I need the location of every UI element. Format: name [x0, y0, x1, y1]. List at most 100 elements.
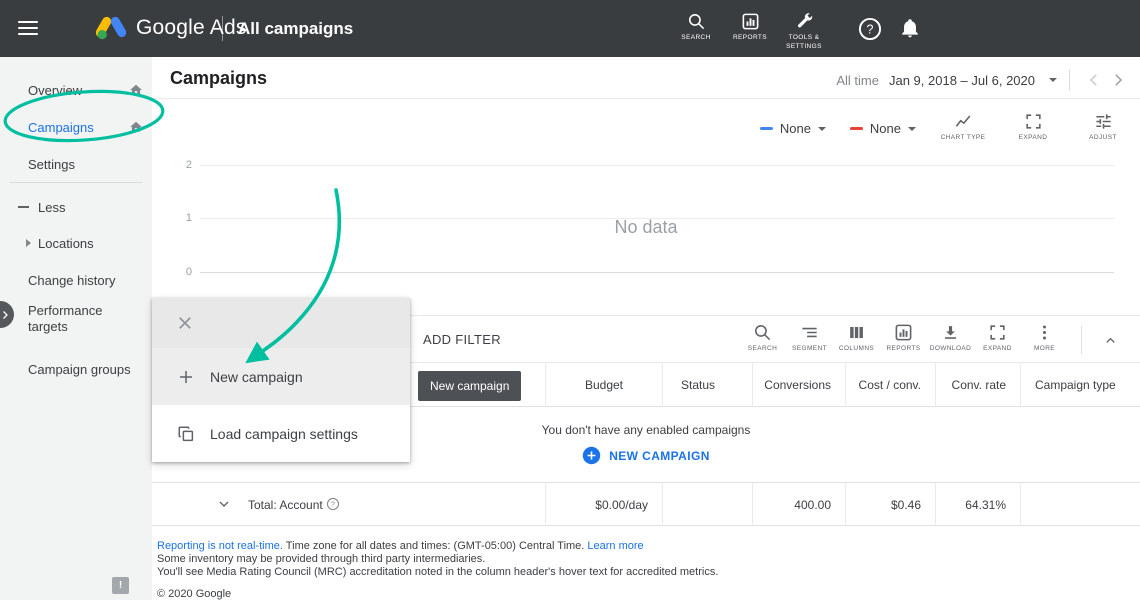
column-header-status[interactable]: Status — [662, 363, 752, 407]
table-reports-button[interactable]: REPORTS — [880, 323, 927, 353]
column-header-cost-per-conv[interactable]: Cost / conv. — [845, 363, 935, 407]
search-nav-button[interactable]: SEARCH — [669, 12, 723, 52]
chart-expand-button[interactable]: EXPAND — [1010, 112, 1056, 142]
reports-nav-button[interactable]: REPORTS — [723, 12, 777, 52]
notifications-bell-button[interactable] — [899, 17, 921, 41]
feedback-button[interactable]: ! — [112, 577, 129, 594]
columns-label: COLUMNS — [839, 345, 874, 353]
chart-expand-label: EXPAND — [1019, 134, 1048, 142]
menu-item-load-campaign-settings[interactable]: Load campaign settings — [152, 405, 410, 462]
gridline — [200, 165, 1114, 166]
timezone-text: Time zone for all dates and times: (GMT-… — [283, 540, 587, 552]
sidebar-item-less[interactable]: Less — [0, 192, 152, 222]
series1-dash-icon — [760, 127, 773, 130]
copy-icon — [177, 425, 195, 443]
date-range-picker[interactable]: All time Jan 9, 2018 – Jul 6, 2020 — [836, 69, 1130, 91]
expand-icon — [988, 323, 1007, 342]
search-nav-label: SEARCH — [681, 34, 711, 43]
menu-item-new-campaign-label: New campaign — [210, 369, 303, 385]
new-campaign-button[interactable]: NEW CAMPAIGN — [582, 446, 710, 465]
help-button[interactable]: ? — [857, 16, 883, 42]
menu-header — [152, 298, 410, 348]
table-expand-label: EXPAND — [983, 345, 1012, 353]
total-cost-per-conv-value: $0.46 — [845, 483, 935, 526]
expand-icon — [1024, 112, 1043, 131]
search-icon — [687, 12, 706, 31]
next-period-button[interactable] — [1109, 71, 1127, 89]
total-row: Total: Account ? $0.00/day 400.00 $0.46 … — [152, 483, 1140, 526]
topbar-title: All campaigns — [238, 19, 353, 39]
total-campaign-type-value — [1020, 483, 1140, 526]
brand-name: Google Ads — [136, 16, 247, 40]
series2-dash-icon — [850, 127, 863, 130]
plus-icon — [177, 368, 195, 386]
footnote-line-1: Reporting is not real-time. Time zone fo… — [157, 540, 718, 553]
realtime-link[interactable]: Reporting is not real-time. — [157, 540, 283, 552]
no-data-message: No data — [152, 217, 1140, 238]
column-header-budget[interactable]: Budget — [545, 363, 662, 407]
sidebar-item-performance-targets[interactable]: Performance targets — [0, 297, 152, 341]
new-campaign-tooltip: New campaign — [418, 371, 521, 401]
sidebar-change-history-label: Change history — [28, 273, 115, 288]
chart-adjust-button[interactable]: ADJUST — [1080, 112, 1126, 142]
segment-button[interactable]: SEGMENT — [786, 323, 833, 353]
sidebar-locations-label: Locations — [38, 236, 94, 251]
x-axis-line — [200, 272, 1114, 273]
date-preset-label: All time — [836, 73, 879, 88]
add-filter-button[interactable]: ADD FILTER — [423, 332, 501, 347]
tune-icon — [1094, 112, 1113, 131]
sidebar-less-label: Less — [38, 200, 65, 215]
table-search-button[interactable]: SEARCH — [739, 323, 786, 353]
google-ads-logo[interactable]: Google Ads — [96, 14, 247, 41]
page-title: Campaigns — [170, 68, 267, 89]
more-label: MORE — [1034, 345, 1055, 353]
question-mark-glyph: ? — [331, 502, 335, 509]
tools-settings-nav-button[interactable]: TOOLS & SETTINGS — [777, 12, 831, 52]
collapse-table-button[interactable] — [1103, 333, 1118, 348]
sidebar-item-campaign-groups[interactable]: Campaign groups — [0, 354, 152, 384]
left-nav-sidebar: Overview Campaigns Settings Less Locatio… — [0, 57, 152, 600]
date-range-divider — [1069, 69, 1070, 91]
sidebar-item-campaigns[interactable]: Campaigns — [0, 112, 152, 142]
total-row-chevron-button[interactable] — [216, 496, 232, 512]
sidebar-item-settings[interactable]: Settings — [0, 149, 152, 179]
top-app-bar: Google Ads All campaigns SEARCH REPORTS … — [0, 0, 1140, 57]
close-button[interactable] — [176, 314, 194, 332]
previous-period-button[interactable] — [1085, 71, 1103, 89]
column-header-conv-rate[interactable]: Conv. rate — [935, 363, 1020, 407]
minus-icon — [18, 206, 29, 208]
chart-controls: None None CHART TYPE EXPAND ADJUST — [760, 112, 1126, 142]
sidebar-item-locations[interactable]: Locations — [0, 228, 152, 258]
columns-icon — [847, 323, 866, 342]
more-button[interactable]: MORE — [1021, 323, 1068, 353]
page-header: Campaigns All time Jan 9, 2018 – Jul 6, … — [152, 57, 1140, 99]
segment-icon — [800, 323, 819, 342]
chart-adjust-label: ADJUST — [1089, 134, 1117, 142]
chart-type-button[interactable]: CHART TYPE — [940, 112, 986, 142]
sidebar-item-overview[interactable]: Overview — [0, 75, 152, 105]
new-campaign-dropdown-menu: New campaign Load campaign settings — [152, 298, 410, 462]
sidebar-item-change-history[interactable]: Change history — [0, 265, 152, 295]
columns-button[interactable]: COLUMNS — [833, 323, 880, 353]
hamburger-menu-icon[interactable] — [18, 21, 38, 39]
sidebar-overview-label: Overview — [28, 83, 82, 98]
report-footnotes: Reporting is not real-time. Time zone fo… — [157, 540, 718, 579]
table-reports-label: REPORTS — [886, 345, 920, 353]
toolbar-icon-group: SEARCH SEGMENT COLUMNS REPORTS DOWNLOAD … — [739, 323, 1068, 353]
info-help-icon[interactable]: ? — [326, 497, 340, 511]
search-icon — [753, 323, 772, 342]
metric-select-1[interactable]: None — [760, 121, 826, 136]
sidebar-performance-targets-label: Performance targets — [28, 303, 132, 335]
column-header-campaign-type[interactable]: Campaign type — [1020, 363, 1140, 407]
toolbar-divider — [1081, 326, 1082, 354]
total-status-value — [662, 483, 752, 526]
metric-select-2[interactable]: None — [850, 121, 916, 136]
menu-item-new-campaign[interactable]: New campaign — [152, 348, 410, 405]
table-expand-button[interactable]: EXPAND — [974, 323, 1021, 353]
download-button[interactable]: DOWNLOAD — [927, 323, 974, 353]
learn-more-link[interactable]: Learn more — [587, 540, 643, 552]
sidebar-settings-label: Settings — [28, 157, 75, 172]
column-header-conversions[interactable]: Conversions — [752, 363, 845, 407]
home-icon — [129, 83, 143, 97]
chart-type-label: CHART TYPE — [941, 134, 986, 142]
